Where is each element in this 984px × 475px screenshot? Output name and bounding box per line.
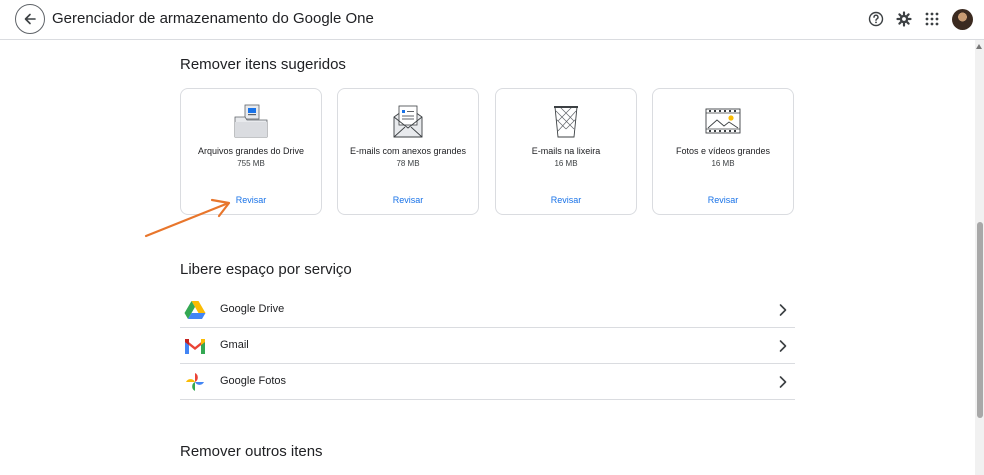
card-large-drive-files[interactable]: Arquivos grandes do Drive 755 MB Revisar [180,88,322,215]
help-icon [868,11,884,27]
review-link-trash[interactable]: Revisar [496,195,636,205]
arrow-back-icon [24,13,36,25]
service-name: Gmail [220,339,249,351]
service-name: Google Fotos [220,375,287,387]
card-large-photos-videos[interactable]: Fotos e vídeos grandes 16 MB Revisar [652,88,794,215]
other-section-title: Remover outros itens [180,443,323,460]
trash-bin-icon [554,106,578,138]
top-app-bar: Gerenciador de armazenamento do Google O… [0,0,984,40]
card-size: 78 MB [396,159,420,168]
photo-video-icon [705,108,741,134]
page-title: Gerenciador de armazenamento do Google O… [52,10,374,27]
gmail-icon [185,339,205,354]
card-large-attachments[interactable]: E-mails com anexos grandes 78 MB Revisar [337,88,479,215]
chevron-right-icon [779,340,787,352]
account-avatar[interactable] [952,9,973,30]
service-name: Google Drive [220,303,285,315]
help-button[interactable] [867,10,885,28]
apps-button[interactable] [923,10,941,28]
review-link-drive[interactable]: Revisar [181,195,321,205]
google-photos-icon [186,373,204,391]
card-size: 16 MB [711,159,735,168]
card-title: Fotos e vídeos grandes [675,146,771,156]
chevron-right-icon [779,376,787,388]
card-title: E-mails na lixeira [531,146,601,156]
chevron-right-icon [779,304,787,316]
review-link-photos[interactable]: Revisar [653,195,793,205]
service-row-gmail[interactable]: Gmail [180,328,795,364]
review-link-attachments[interactable]: Revisar [338,195,478,205]
back-button[interactable] [15,4,45,34]
suggested-section-title: Remover itens sugeridos [180,56,346,73]
card-trash-emails[interactable]: E-mails na lixeira 16 MB Revisar [495,88,637,215]
service-row-google-drive[interactable]: Google Drive [180,292,795,328]
gear-icon [896,11,912,27]
apps-grid-icon [925,12,939,26]
card-title: Arquivos grandes do Drive [197,146,305,156]
services-section-title: Libere espaço por serviço [180,261,352,278]
settings-button[interactable] [895,10,913,28]
email-attachment-icon [393,105,423,138]
card-size: 16 MB [554,159,578,168]
service-row-google-photos[interactable]: Google Fotos [180,364,795,400]
annotation-arrow-icon [144,198,231,238]
scroll-up-arrow-icon[interactable] [976,44,982,49]
card-title: E-mails com anexos grandes [349,146,467,156]
card-size: 755 MB [237,159,265,168]
google-drive-icon [184,301,206,319]
scrollbar-thumb[interactable] [977,222,983,418]
drive-files-icon [234,104,268,138]
